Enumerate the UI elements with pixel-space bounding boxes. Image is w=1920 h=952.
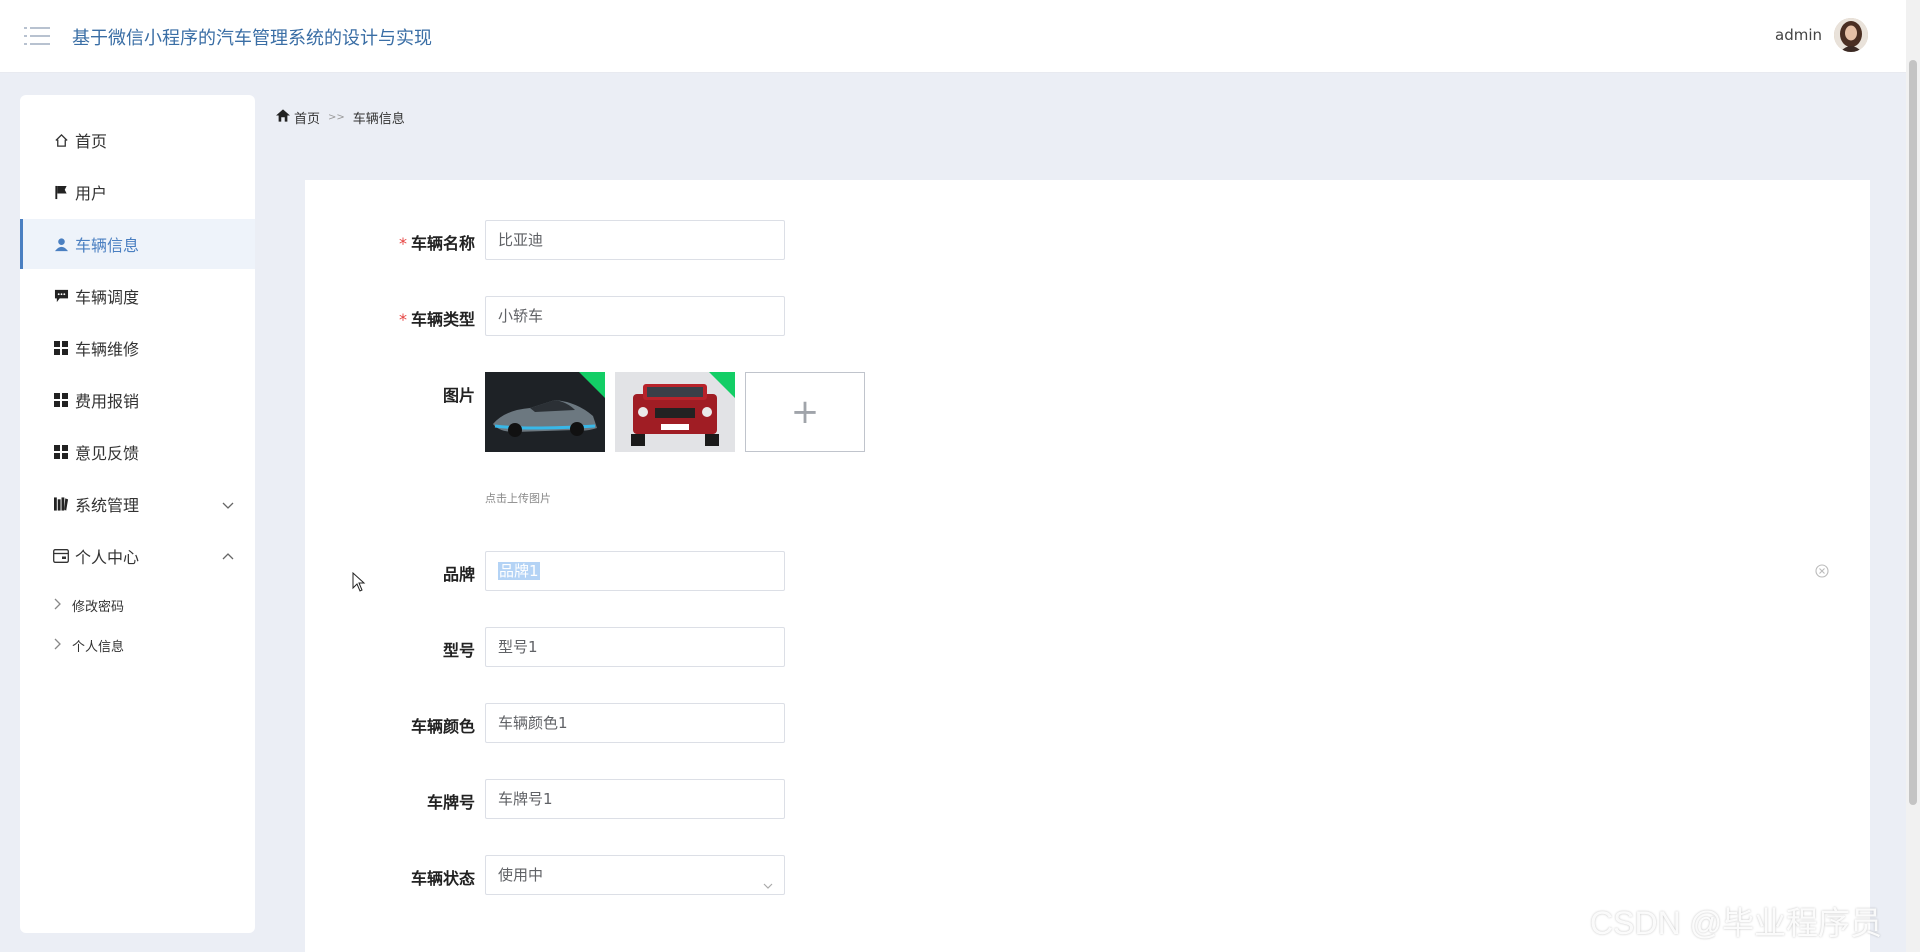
user-menu[interactable]: admin [1775, 18, 1868, 52]
chevron-right-icon [54, 598, 62, 613]
form-label: 车牌号 [426, 793, 475, 812]
form-label: 车辆状态 [410, 869, 475, 888]
breadcrumb-home[interactable]: 首页 [294, 108, 320, 127]
sidebar-item-home[interactable]: 首页 [20, 115, 255, 165]
home-icon [53, 132, 69, 148]
chevron-down-icon [762, 868, 774, 906]
car-image-thumbnail[interactable] [485, 372, 605, 452]
sidebar-item-label: 费用报销 [75, 392, 140, 411]
clear-icon[interactable] [1815, 563, 1829, 582]
vehicle-type-input[interactable]: 小轿车 [485, 296, 785, 336]
sidebar-item-feedback[interactable]: 意见反馈 [20, 427, 255, 477]
watermark: CSDN @毕业程序员 [1590, 905, 1883, 941]
sidebar-item-personal-center[interactable]: 个人中心 [20, 531, 255, 581]
sidebar-subitem-label: 修改密码 [72, 599, 125, 615]
status-select[interactable]: 使用中 [485, 855, 785, 895]
home-icon [276, 109, 290, 126]
sidebar-item-label: 车辆调度 [75, 288, 140, 307]
form-label: 品牌 [442, 565, 475, 584]
form-row-vehicle-type: * 车辆类型 小轿车 [305, 296, 1005, 336]
form-label: 图片 [442, 386, 475, 405]
chevron-right-icon [54, 638, 62, 653]
breadcrumb-current: 车辆信息 [352, 112, 405, 127]
form-row-status: 车辆状态 使用中 [305, 855, 1005, 895]
sidebar-item-users[interactable]: 用户 [20, 167, 255, 217]
top-bar: 基于微信小程序的汽车管理系统的设计与实现 admin [0, 0, 1920, 73]
breadcrumb-separator: >> [328, 112, 345, 123]
model-input[interactable]: 型号1 [485, 627, 785, 667]
grid-icon [53, 444, 69, 460]
form-row-model: 型号 型号1 [305, 627, 1005, 667]
brand-input[interactable]: 品牌1 [485, 551, 785, 591]
sidebar-item-expenses[interactable]: 费用报销 [20, 375, 255, 425]
sidebar-item-dispatch[interactable]: 车辆调度 [20, 271, 255, 321]
chat-icon [53, 288, 69, 304]
color-input[interactable]: 车辆颜色1 [485, 703, 785, 743]
grid-icon [53, 392, 69, 408]
app-title: 基于微信小程序的汽车管理系统的设计与实现 [72, 28, 432, 49]
sidebar-item-label: 用户 [75, 184, 108, 203]
form-label: 车辆颜色 [410, 717, 475, 736]
sidebar-item-system-management[interactable]: 系统管理 [20, 479, 255, 529]
username: admin [1775, 26, 1822, 44]
sidebar-item-label: 车辆维修 [75, 340, 140, 359]
menu-toggle-icon[interactable] [24, 26, 50, 46]
chevron-up-icon [221, 549, 235, 568]
card-icon [53, 548, 69, 564]
avatar[interactable] [1834, 18, 1868, 52]
page-scrollbar[interactable] [1906, 0, 1920, 952]
mouse-cursor-icon [352, 571, 366, 596]
form-row-brand: 品牌 品牌1 [305, 551, 1005, 591]
success-badge [709, 372, 735, 398]
plate-input[interactable]: 车牌号1 [485, 779, 785, 819]
book-icon [53, 496, 69, 512]
breadcrumb: 首页 >> 车辆信息 [276, 108, 405, 127]
sidebar-item-label: 意见反馈 [75, 444, 140, 463]
upload-hint: 点击上传图片 [485, 492, 551, 505]
form-row-plate: 车牌号 车牌号1 [305, 779, 1005, 819]
grid-icon [53, 340, 69, 356]
form-label: * 车辆类型 [398, 310, 475, 329]
sidebar-item-vehicle-info[interactable]: 车辆信息 [20, 219, 255, 269]
form-row-image: 图片 + 点击上传图片 [305, 372, 1205, 505]
car-image-thumbnail[interactable] [615, 372, 735, 452]
sidebar-subitem-change-password[interactable]: 修改密码 [20, 587, 255, 623]
required-asterisk: * [398, 310, 407, 329]
sidebar-item-label: 系统管理 [75, 496, 140, 515]
chevron-down-icon [221, 497, 235, 516]
vehicle-name-input[interactable]: 比亚迪 [485, 220, 785, 260]
sidebar-item-label: 车辆信息 [75, 236, 140, 255]
success-badge [579, 372, 605, 398]
form-label: 型号 [442, 641, 475, 660]
person-icon [53, 236, 69, 252]
required-asterisk: * [398, 234, 407, 253]
form-label: * 车辆名称 [398, 234, 475, 253]
upload-image-button[interactable]: + [745, 372, 865, 452]
vehicle-form-panel: * 车辆名称 比亚迪 * 车辆类型 小轿车 图片 + 点击上传图片 品牌 品牌1… [305, 180, 1870, 952]
image-list: + [485, 372, 865, 452]
form-row-vehicle-name: * 车辆名称 比亚迪 [305, 220, 1005, 260]
sidebar-item-label: 首页 [75, 132, 108, 151]
sidebar-subitem-label: 个人信息 [72, 639, 125, 655]
scrollbar-thumb[interactable] [1909, 60, 1917, 805]
selected-text: 品牌1 [498, 562, 540, 580]
status-select-value: 使用中 [498, 866, 544, 884]
sidebar: 首页 用户 车辆信息 车辆调度 车辆维修 费用报销 意见反馈 系统管理 个人中心… [20, 95, 255, 933]
form-row-color: 车辆颜色 车辆颜色1 [305, 703, 1005, 743]
sidebar-item-repair[interactable]: 车辆维修 [20, 323, 255, 373]
sidebar-item-label: 个人中心 [75, 548, 140, 567]
flag-icon [53, 184, 69, 200]
sidebar-subitem-personal-info[interactable]: 个人信息 [20, 627, 255, 663]
